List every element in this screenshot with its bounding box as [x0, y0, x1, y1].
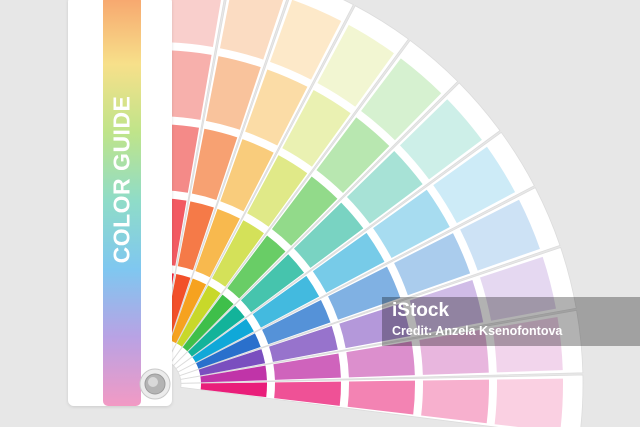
watermark-credit: Credit: Anzela Ksenofontova: [392, 324, 563, 338]
swatch-card: [180, 374, 584, 427]
watermark: iStock Credit: Anzela Ksenofontova: [382, 297, 640, 346]
color-fan-illustration: [68, 0, 584, 427]
color-swatch: [200, 382, 268, 398]
swatch-fan: [155, 0, 584, 427]
color-swatch: [494, 378, 563, 427]
guide-color-stripe: [103, 0, 141, 406]
rivet: [139, 368, 171, 400]
watermark-logo: iStock: [392, 300, 450, 321]
